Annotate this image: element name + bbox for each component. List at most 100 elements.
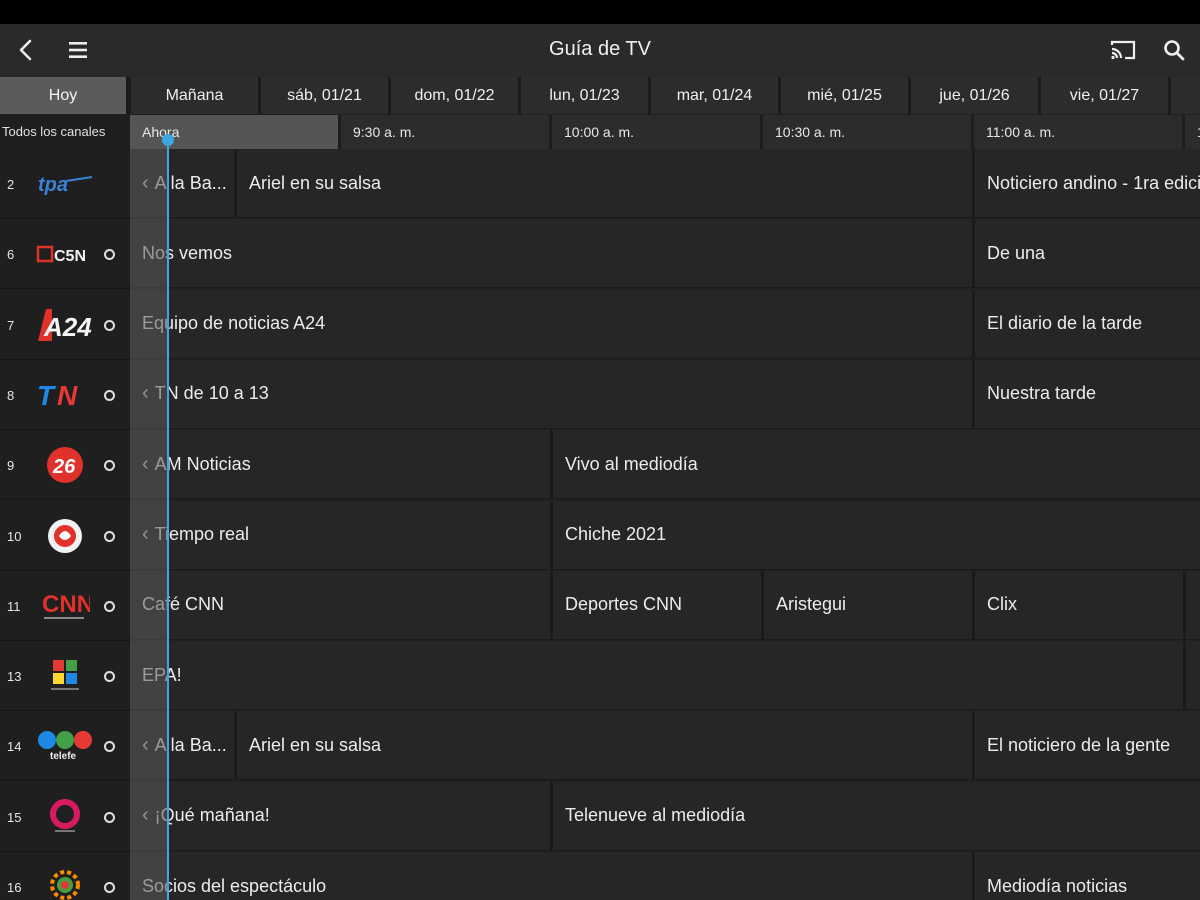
- day-tab[interactable]: mar, 01/24: [651, 77, 781, 114]
- program-cell[interactable]: Equipo de noticias A24: [130, 289, 975, 359]
- program-cell[interactable]: ‹ TN de 10 a 13: [130, 359, 975, 429]
- program-cell[interactable]: De una: [975, 219, 1200, 289]
- channel-row: 13 EPA!: [0, 641, 1200, 712]
- program-cell[interactable]: Nuestra tarde: [975, 359, 1200, 429]
- channel-row: 14 telefe ‹ A la Ba... Ariel en su salsa El n…: [0, 711, 1200, 782]
- channel-cell[interactable]: 11 CNN: [0, 570, 130, 641]
- day-tab[interactable]: Hoy: [0, 77, 129, 114]
- program-title: Mediodía noticias: [987, 875, 1128, 896]
- day-tab[interactable]: jue, 01/26: [911, 77, 1041, 114]
- program-title: ¡Qué mañana!: [154, 805, 270, 826]
- channel-row: 16 Socios del espectáculo Mediodía noticia…: [0, 852, 1200, 900]
- channel-row: 10 ‹ Tiempo real Chiche 2021: [0, 500, 1200, 571]
- favorite-indicator-icon[interactable]: [104, 811, 115, 823]
- day-tab[interactable]: lun, 01/23: [521, 77, 651, 114]
- day-tab[interactable]: vie, 01/27: [1041, 77, 1171, 114]
- program-cell[interactable]: Deportes CNN: [553, 570, 764, 640]
- program-cell[interactable]: ‹ A la Ba...: [130, 149, 237, 218]
- favorite-indicator-icon[interactable]: [104, 249, 115, 261]
- day-tab[interactable]: sáb, 01/21: [261, 77, 391, 114]
- program-title: Vivo al mediodía: [565, 453, 698, 474]
- tpa-logo: tpa: [36, 164, 94, 204]
- channel-cell[interactable]: 15: [0, 781, 130, 852]
- channel-cell[interactable]: 7 A24: [0, 289, 130, 360]
- search-icon[interactable]: [1152, 28, 1196, 72]
- channel-cell[interactable]: 2 tpa: [0, 149, 130, 219]
- program-grid: 2 tpa ‹ A la Ba... Ariel en su salsa Noticier…: [0, 149, 1200, 900]
- favorite-indicator-icon[interactable]: [104, 389, 115, 401]
- channel-row: 11 CNN Café CNN Deportes CNN Aristegui Clix: [0, 570, 1200, 641]
- channel-number: 16: [7, 880, 22, 895]
- channel-cell[interactable]: 8 TN: [0, 359, 130, 430]
- chevron-left-icon: ‹: [142, 171, 149, 194]
- program-cell[interactable]: ‹ Tiempo real: [130, 500, 553, 570]
- channel-cell[interactable]: 13: [0, 641, 130, 712]
- program-cell[interactable]: Noticiero andino - 1ra edición: [975, 149, 1200, 218]
- cnn-logo: CNN: [36, 586, 94, 626]
- channel-cell[interactable]: 16: [0, 852, 130, 900]
- telefe-logo: telefe: [36, 726, 94, 766]
- program-cell[interactable]: [1186, 570, 1200, 640]
- program-cell[interactable]: Aristegui: [764, 570, 975, 640]
- program-cell[interactable]: Vivo al mediodía: [553, 430, 1200, 500]
- svg-text:telefe: telefe: [50, 751, 77, 762]
- program-cell[interactable]: El diario de la tarde: [975, 289, 1200, 359]
- page-title: Guía de TV: [549, 38, 651, 60]
- america-logo: [36, 656, 94, 696]
- day-tab[interactable]: dom, 01/22: [391, 77, 521, 114]
- favorite-indicator-icon[interactable]: [104, 882, 115, 893]
- channel-cell[interactable]: 10: [0, 500, 130, 571]
- program-cell[interactable]: Socios del espectáculo: [130, 852, 975, 900]
- program-cell[interactable]: Ariel en su salsa: [237, 149, 975, 218]
- program-title: Ariel en su salsa: [249, 172, 382, 193]
- program-title: Café CNN: [142, 594, 225, 615]
- day-tab[interactable]: mié, 01/25: [781, 77, 911, 114]
- program-cell[interactable]: ‹ A la Ba...: [130, 711, 237, 781]
- favorite-indicator-icon[interactable]: [104, 530, 115, 542]
- program-cell[interactable]: [1186, 641, 1200, 711]
- program-title: Chiche 2021: [565, 524, 667, 544]
- channel-cell[interactable]: 9 26: [0, 430, 130, 501]
- program-cell[interactable]: Café CNN: [130, 570, 553, 640]
- canal26-logo: 26: [36, 445, 94, 485]
- favorite-indicator-icon[interactable]: [104, 741, 115, 753]
- favorite-indicator-icon[interactable]: [104, 671, 115, 683]
- program-cell[interactable]: Clix: [975, 570, 1186, 640]
- favorite-indicator-icon[interactable]: [104, 319, 115, 331]
- all-channels-filter[interactable]: Todos los canales: [0, 115, 130, 149]
- chevron-left-icon: ‹: [142, 382, 149, 405]
- program-title: Telenueve al mediodía: [565, 805, 746, 826]
- program-title: Noticiero andino - 1ra edición: [987, 172, 1200, 193]
- program-title: TN de 10 a 13: [154, 383, 269, 404]
- cast-icon[interactable]: [1101, 28, 1145, 72]
- favorite-indicator-icon[interactable]: [104, 600, 115, 612]
- chevron-left-icon: ‹: [142, 523, 149, 545]
- channel-cell[interactable]: 6 C5N: [0, 219, 130, 290]
- program-cell[interactable]: Mediodía noticias: [975, 852, 1200, 900]
- channel-cell[interactable]: 14 telefe: [0, 711, 130, 782]
- program-title: Deportes CNN: [565, 594, 683, 615]
- program-cell[interactable]: EPA!: [130, 641, 1186, 711]
- program-cell[interactable]: Nos vemos: [130, 219, 975, 289]
- current-time-line: [167, 140, 169, 900]
- program-cell[interactable]: Ariel en su salsa: [237, 711, 975, 781]
- program-title: De una: [987, 242, 1046, 263]
- channel-row: 9 26 ‹ AM Noticias Vivo al mediodía: [0, 430, 1200, 501]
- program-cell[interactable]: ‹ ¡Qué mañana!: [130, 781, 553, 851]
- program-cell[interactable]: Telenueve al mediodía: [553, 781, 1200, 851]
- svg-text:A24: A24: [43, 312, 92, 342]
- channel-row: 7 A24 Equipo de noticias A24 El diario de l…: [0, 289, 1200, 360]
- chevron-left-icon: ‹: [142, 733, 149, 756]
- day-tab[interactable]: s: [1171, 77, 1200, 114]
- crónica-logo: [36, 516, 94, 556]
- chevron-left-icon: ‹: [142, 804, 149, 827]
- program-cell[interactable]: Chiche 2021: [553, 500, 1200, 570]
- svg-text:tpa: tpa: [38, 174, 68, 196]
- program-cell[interactable]: ‹ AM Noticias: [130, 430, 553, 500]
- program-cell[interactable]: El noticiero de la gente: [975, 711, 1200, 781]
- channel-row: 8 T N ‹ TN de 10 a 13 Nuestra tarde: [0, 359, 1200, 430]
- a24-logo: A24: [36, 305, 94, 345]
- day-tab[interactable]: Mañana: [131, 77, 261, 114]
- channel-number: 10: [7, 528, 22, 544]
- favorite-indicator-icon[interactable]: [104, 460, 115, 472]
